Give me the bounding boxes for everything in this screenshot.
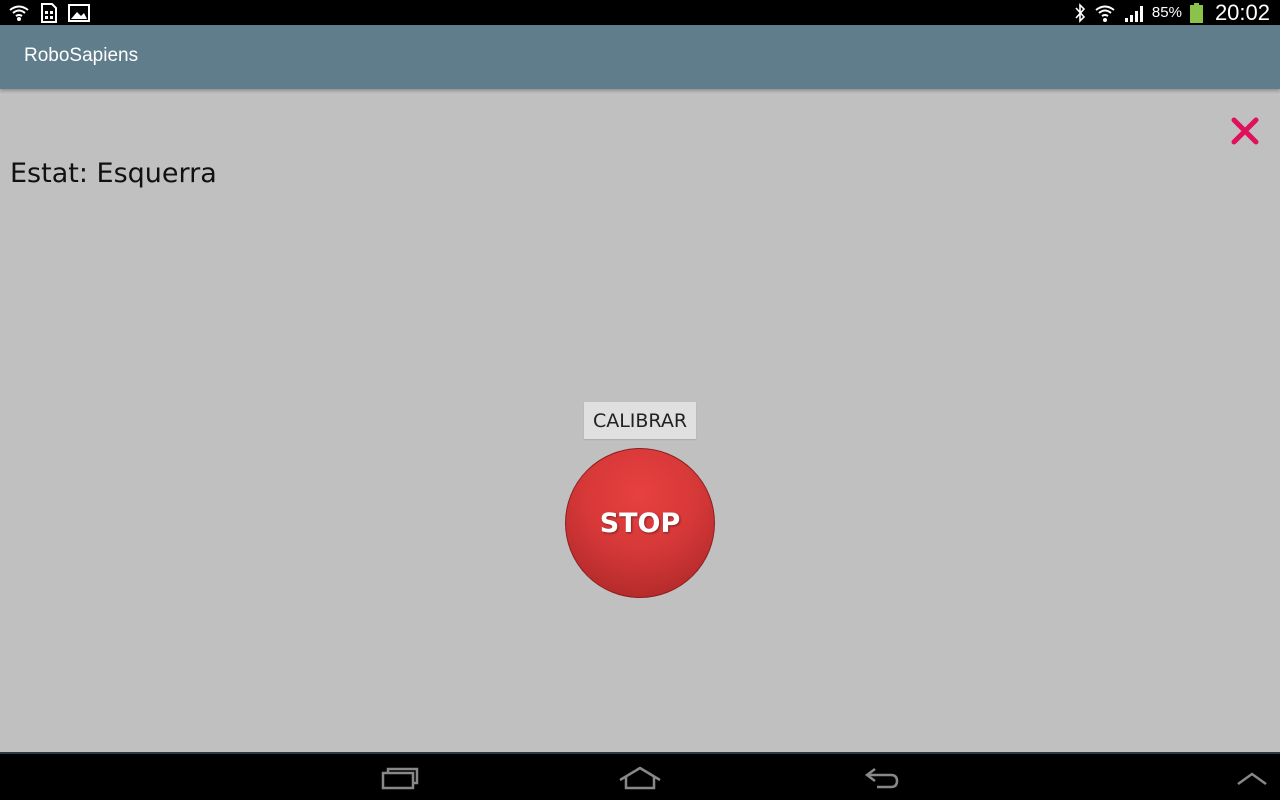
sim-card-icon	[40, 2, 58, 23]
home-icon[interactable]	[610, 760, 670, 796]
status-text: Estat: Esquerra	[10, 158, 217, 189]
navigation-bar	[0, 752, 1280, 800]
stop-button-label: STOP	[599, 507, 681, 539]
app-title: RoboSapiens	[24, 45, 139, 66]
status-bar: 85% 20:02	[0, 0, 1280, 25]
battery-percent: 85%	[1151, 4, 1182, 21]
action-bar: RoboSapiens	[0, 25, 1280, 89]
recent-apps-icon[interactable]	[370, 760, 430, 796]
screen: 85% 20:02 RoboSapiens Estat: Esquerra CA…	[0, 0, 1280, 800]
up-chevron-icon[interactable]	[1222, 760, 1280, 796]
status-bar-notifications	[8, 2, 90, 23]
cell-signal-icon	[1124, 4, 1144, 22]
calibrate-button[interactable]: CALIBRAR	[584, 402, 696, 439]
battery-icon	[1189, 2, 1203, 23]
wifi-signal-icon	[8, 4, 30, 22]
gallery-icon	[68, 3, 90, 22]
status-bar-system: 85% 20:02	[1074, 0, 1270, 25]
wifi-icon	[1094, 3, 1116, 23]
clock: 20:02	[1214, 0, 1270, 25]
stop-button[interactable]: STOP	[565, 448, 715, 598]
back-icon[interactable]	[852, 760, 912, 796]
close-icon[interactable]	[1228, 114, 1262, 148]
bluetooth-icon	[1074, 2, 1086, 23]
